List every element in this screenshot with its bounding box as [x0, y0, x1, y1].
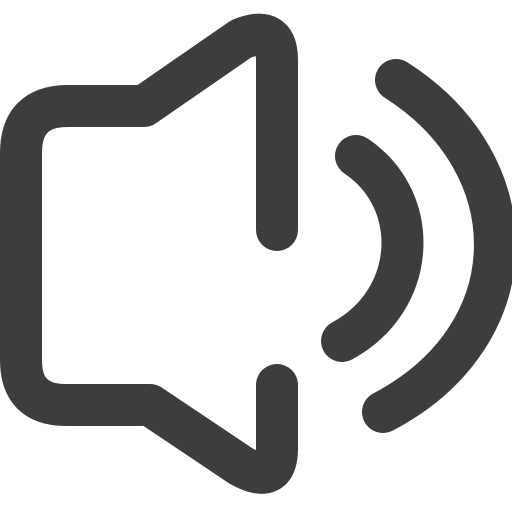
- volume-icon-canvas: [0, 0, 512, 512]
- speaker-body: [0, 13, 298, 494]
- sound-wave-inner: [321, 135, 424, 362]
- speaker-volume-icon: [0, 13, 512, 494]
